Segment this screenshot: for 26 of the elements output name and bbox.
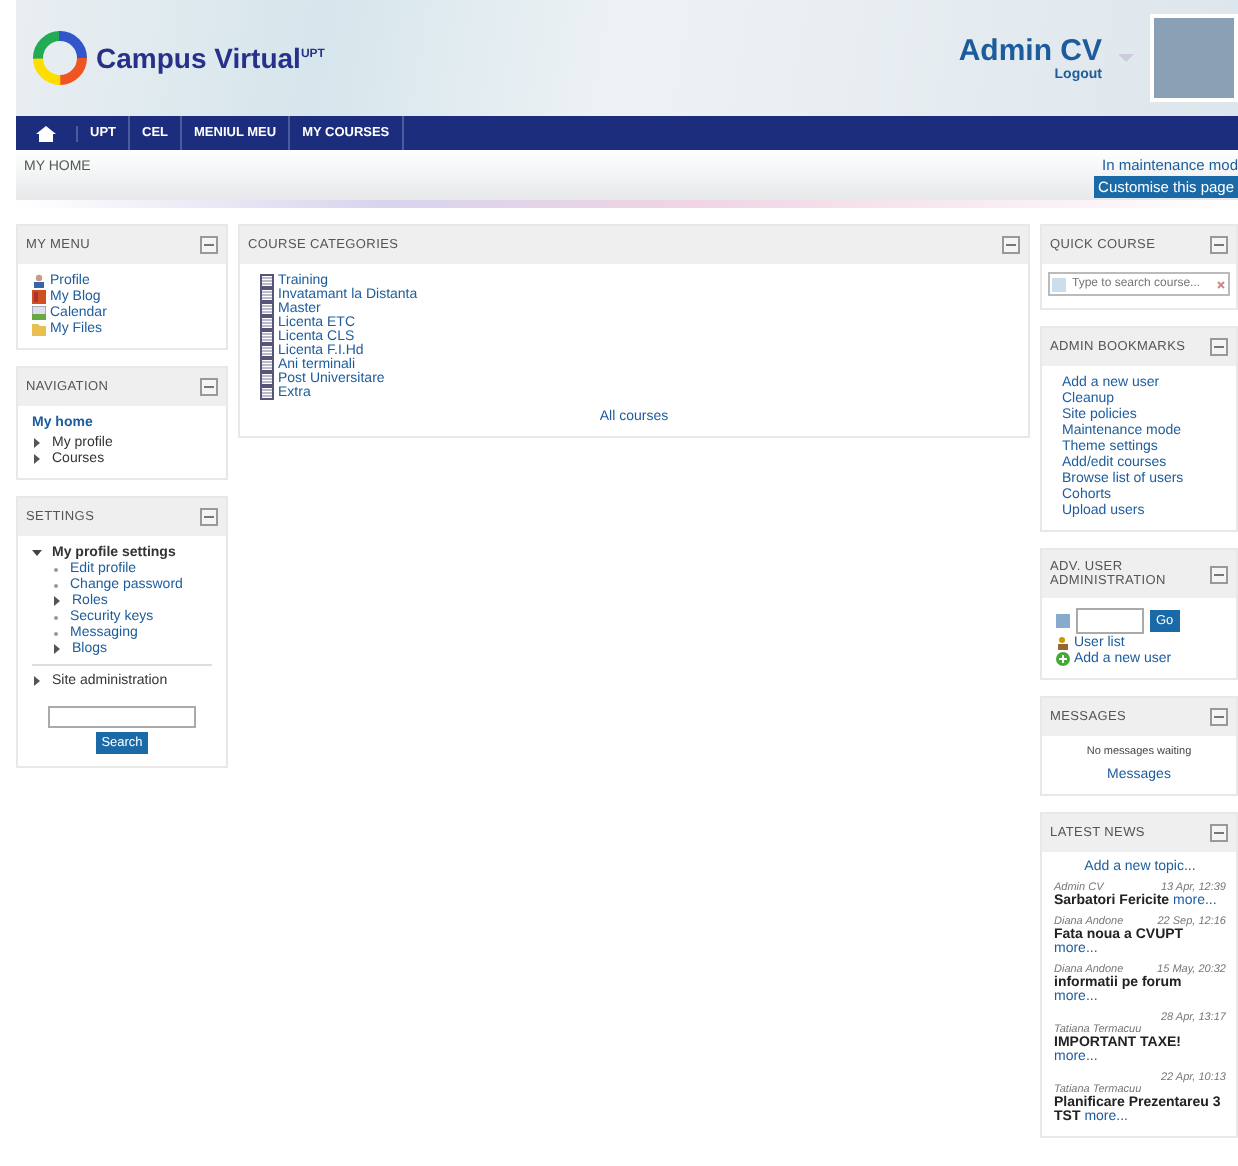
- photo-placeholder: [1150, 14, 1238, 102]
- caret-right-icon[interactable]: [52, 644, 62, 654]
- collapse-icon[interactable]: [1210, 338, 1228, 356]
- caret-right-icon[interactable]: [32, 676, 42, 686]
- collapse-icon[interactable]: [1210, 236, 1228, 254]
- collapse-icon[interactable]: [1210, 824, 1228, 842]
- folder-icon: [32, 322, 46, 336]
- collapse-icon[interactable]: [1002, 236, 1020, 254]
- user-search-field[interactable]: [1076, 608, 1144, 634]
- add-icon: [1056, 652, 1070, 666]
- search-field[interactable]: [48, 706, 196, 728]
- collapse-icon[interactable]: [200, 378, 218, 396]
- calendar-icon: [32, 306, 46, 320]
- user-name: Admin CV: [958, 34, 1102, 68]
- caret-down-icon[interactable]: [32, 548, 42, 558]
- collapse-icon[interactable]: [200, 236, 218, 254]
- caret-right-icon[interactable]: [52, 596, 62, 606]
- clear-icon[interactable]: [1216, 279, 1226, 289]
- users-icon: [1056, 636, 1070, 650]
- collapse-icon[interactable]: [200, 508, 218, 526]
- site-name: Campus Virtual$^{UPT}$: [96, 42, 325, 74]
- person-icon: [32, 274, 46, 288]
- logo-icon: [32, 30, 88, 86]
- notebook-icon: [32, 290, 46, 304]
- collapse-icon[interactable]: [1210, 708, 1228, 726]
- collapse-icon[interactable]: [1210, 565, 1228, 583]
